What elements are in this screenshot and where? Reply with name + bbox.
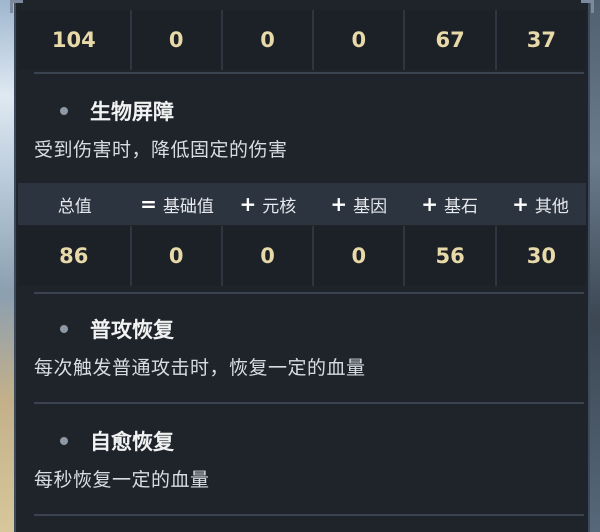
barrier-gene-value: 0 <box>314 226 406 286</box>
attribute-detail-panel: 104 0 0 0 67 37 生物屏障 受到伤害时，降低固定的伤害 总值 = … <box>10 0 594 532</box>
self-heal-title: 自愈恢复 <box>90 430 174 454</box>
barrier-base-value: 0 <box>131 226 223 286</box>
plus-icon: + <box>421 192 439 216</box>
formula-total: 总值 <box>18 183 132 225</box>
formula-label-other: 其他 <box>534 196 569 217</box>
self-heal-section: 自愈恢复 每秒恢复一定的血量 <box>34 425 574 492</box>
divider <box>34 514 584 516</box>
formula-header-row: 总值 = 基础值 + 元核 + 基因 + 基石 + 其他 <box>18 183 586 225</box>
stat-other-value: 37 <box>496 10 586 70</box>
bio-barrier-desc: 受到伤害时，降低固定的伤害 <box>34 139 288 161</box>
barrier-values-row: 86 0 0 0 56 30 <box>18 226 586 286</box>
barrier-core-value: 0 <box>222 226 315 286</box>
stat-total-value: 104 <box>18 10 132 70</box>
stat-gene-value: 0 <box>314 10 406 70</box>
bio-barrier-section: 生物屏障 受到伤害时，降低固定的伤害 <box>34 95 574 162</box>
plus-icon: + <box>239 192 257 216</box>
divider <box>34 402 584 404</box>
stat-base-value: 0 <box>131 10 223 70</box>
bullet-icon <box>60 437 68 445</box>
stat-values-row: 104 0 0 0 67 37 <box>18 10 586 70</box>
barrier-total-value: 86 <box>18 226 132 286</box>
formula-label-core: 元核 <box>262 196 297 217</box>
formula-label-base: 基础值 <box>162 196 214 217</box>
equals-icon: = <box>140 192 157 216</box>
stat-core-value: 0 <box>222 10 315 70</box>
formula-label-gene: 基因 <box>353 196 388 217</box>
stat-keystone-value: 67 <box>405 10 497 70</box>
divider <box>34 292 584 294</box>
self-heal-desc: 每秒恢复一定的血量 <box>34 469 210 491</box>
formula-label-total: 总值 <box>57 196 92 217</box>
attack-heal-section: 普攻恢复 每次触发普通攻击时，恢复一定的血量 <box>34 313 574 380</box>
bullet-icon <box>60 325 68 333</box>
formula-label-keystone: 基石 <box>444 196 479 217</box>
formula-gene: + 基因 <box>313 183 404 225</box>
attack-heal-desc: 每次触发普通攻击时，恢复一定的血量 <box>34 357 366 379</box>
bullet-icon <box>60 107 68 115</box>
barrier-other-value: 30 <box>496 226 586 286</box>
attack-heal-header: 普攻恢复 <box>34 313 574 345</box>
bio-barrier-title: 生物屏障 <box>90 100 174 124</box>
bio-barrier-header: 生物屏障 <box>34 95 574 127</box>
plus-icon: + <box>512 192 529 216</box>
formula-other: + 其他 <box>495 183 586 225</box>
self-heal-header: 自愈恢复 <box>34 425 574 457</box>
plus-icon: + <box>330 192 348 216</box>
background-scenery-left <box>0 0 14 532</box>
formula-base: = 基础值 <box>132 183 223 225</box>
divider <box>34 72 584 74</box>
formula-core: + 元核 <box>222 183 313 225</box>
barrier-keystone-value: 56 <box>405 226 497 286</box>
attack-heal-title: 普攻恢复 <box>90 318 174 342</box>
formula-keystone: + 基石 <box>404 183 495 225</box>
